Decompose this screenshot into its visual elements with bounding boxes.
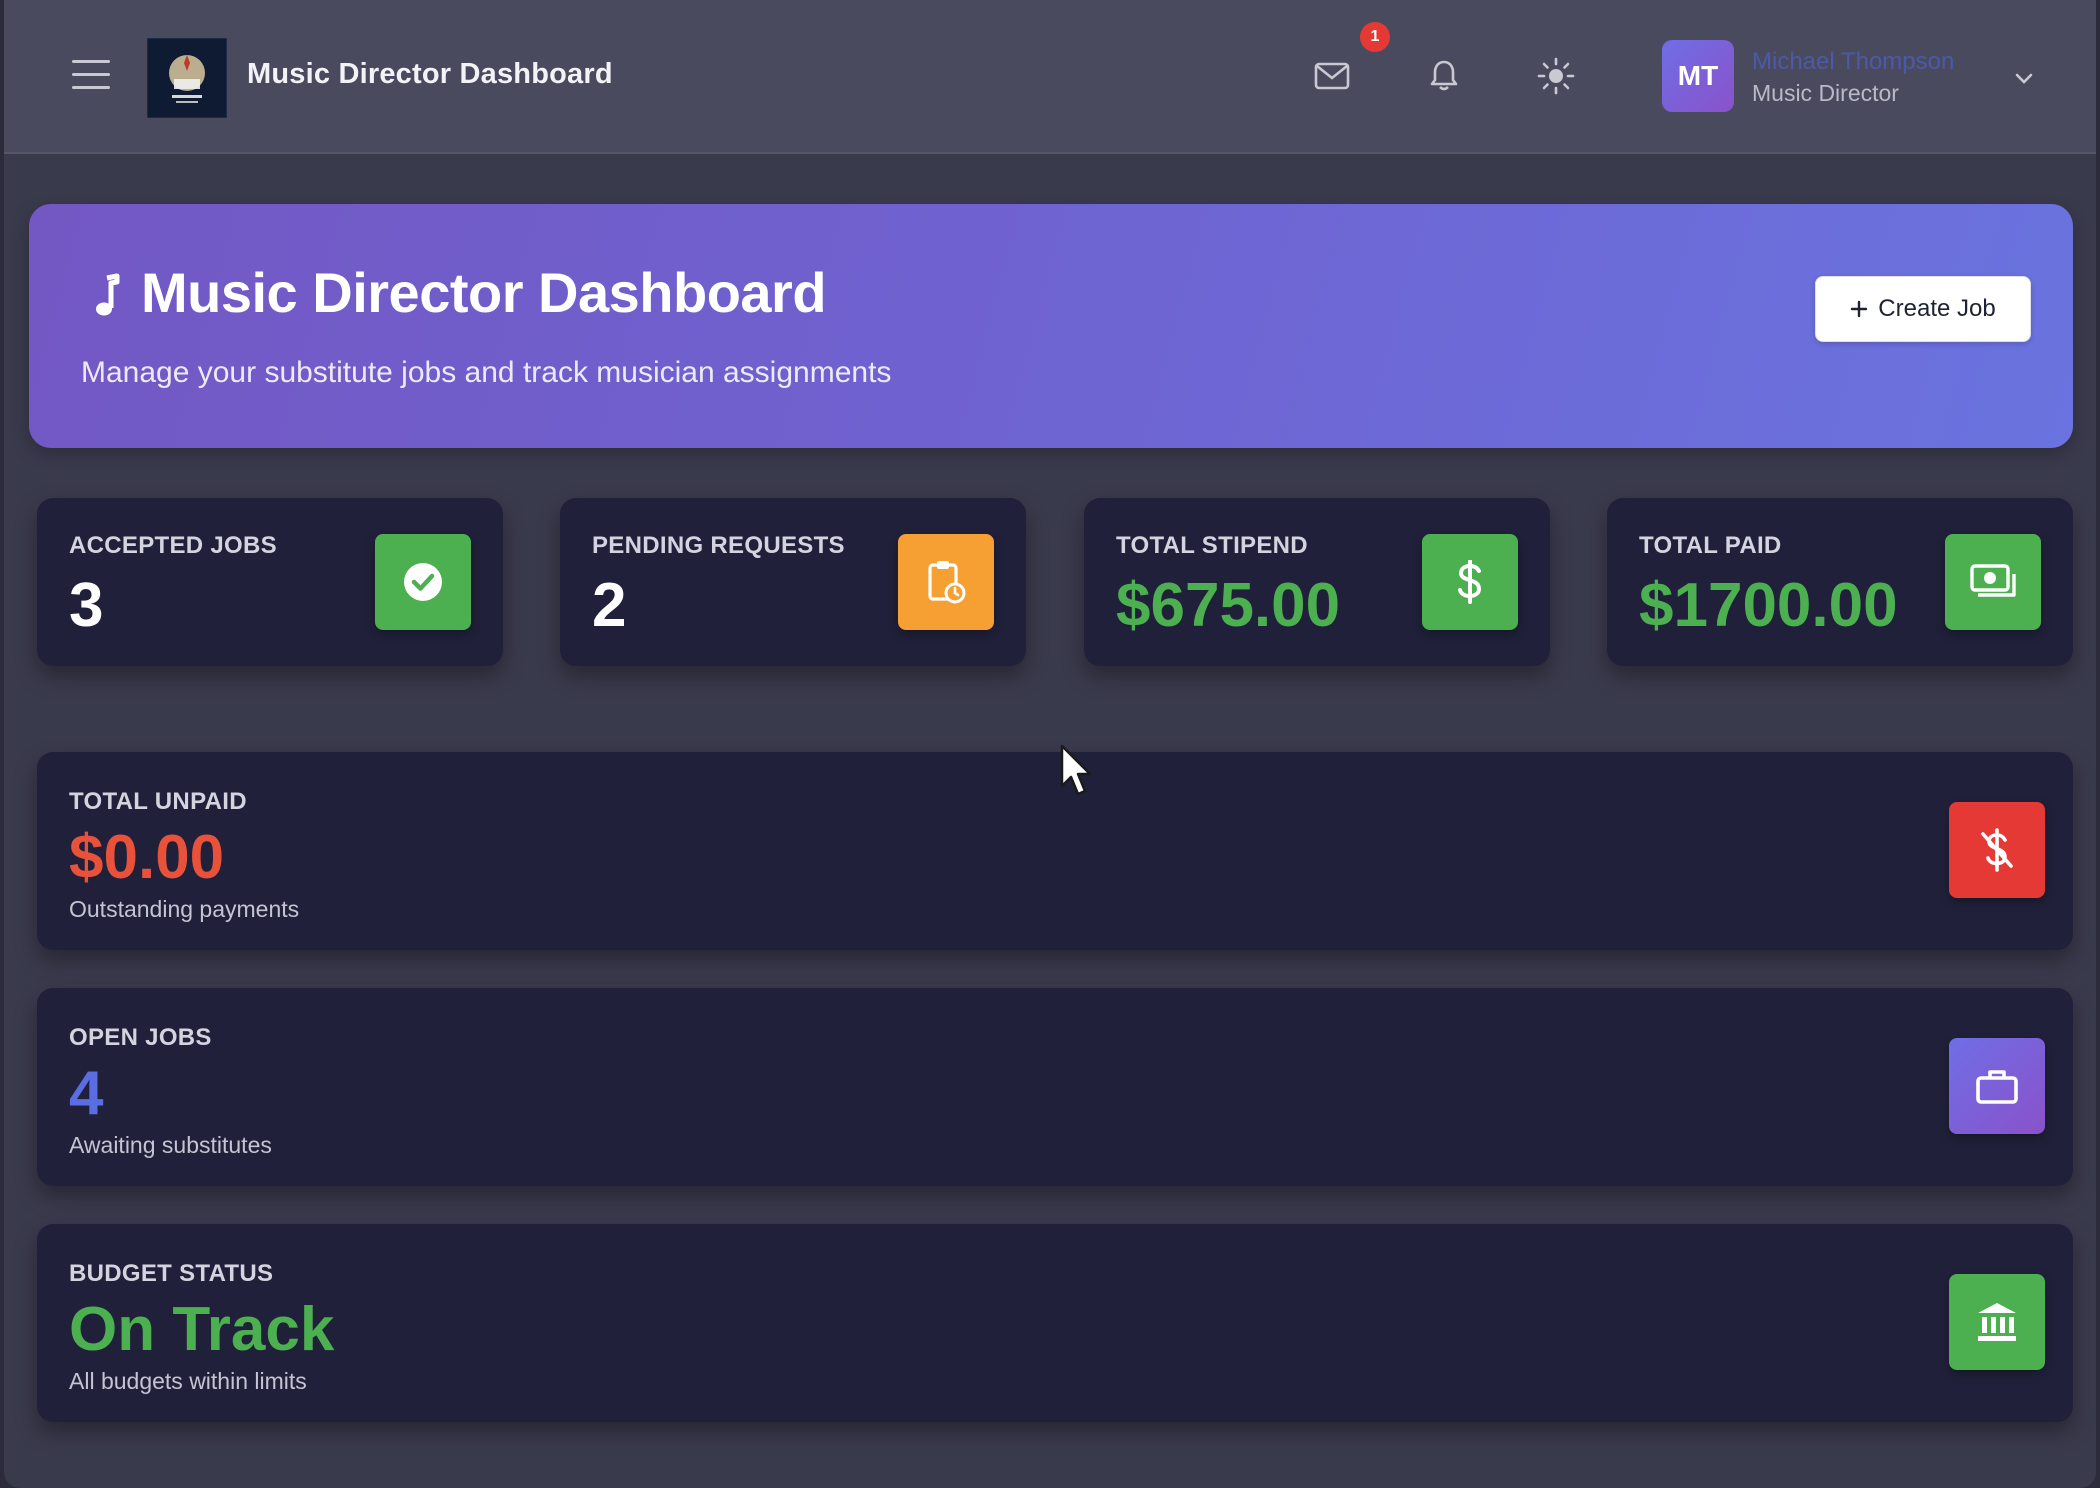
user-role: Music Director	[1752, 80, 1899, 106]
card-label: ACCEPTED JOBS	[69, 532, 277, 559]
card-value: $1700.00	[1639, 571, 1898, 640]
user-name: Michael Thompson	[1752, 48, 1955, 75]
card-subtext: All budgets within limits	[69, 1368, 307, 1394]
avatar: MT	[1662, 40, 1734, 112]
card-label: TOTAL PAID	[1639, 532, 1782, 559]
total-paid-card: TOTAL PAID $1700.00	[1607, 498, 2073, 666]
page-subtitle: Manage your substitute jobs and track mu…	[81, 356, 892, 389]
open-jobs-card: OPEN JOBS 4 Awaiting substitutes	[37, 988, 2073, 1186]
create-job-button[interactable]: Create Job	[1815, 276, 2031, 342]
budget-status-card: BUDGET STATUS On Track All budgets withi…	[37, 1224, 2073, 1422]
card-value: 2	[592, 571, 627, 640]
no-dollar-icon	[1949, 802, 2045, 898]
total-unpaid-card: TOTAL UNPAID $0.00 Outstanding payments	[37, 752, 2073, 950]
check-circle-icon	[375, 534, 471, 630]
top-navbar: Music Director Dashboard 1 MT Michael Th…	[4, 0, 2096, 154]
card-label: TOTAL UNPAID	[69, 788, 247, 815]
create-job-label: Create Job	[1878, 295, 1996, 322]
card-value: On Track	[69, 1295, 335, 1364]
accepted-jobs-card: ACCEPTED JOBS 3	[37, 498, 503, 666]
card-label: PENDING REQUESTS	[592, 532, 845, 559]
bell-icon[interactable]	[1422, 54, 1466, 98]
briefcase-icon	[1949, 1038, 2045, 1134]
pending-requests-card: PENDING REQUESTS 2	[560, 498, 1026, 666]
menu-icon[interactable]	[72, 60, 112, 90]
mail-icon[interactable]	[1310, 54, 1354, 98]
user-profile-menu[interactable]: MT Michael Thompson Music Director	[1662, 40, 2042, 114]
plus-icon	[1851, 300, 1868, 318]
mail-badge: 1	[1360, 22, 1390, 52]
bank-icon	[1949, 1274, 2045, 1370]
music-note-icon	[96, 273, 120, 316]
sun-icon[interactable]	[1534, 54, 1578, 98]
card-label: TOTAL STIPEND	[1116, 532, 1308, 559]
card-subtext: Awaiting substitutes	[69, 1132, 272, 1158]
card-value: $0.00	[69, 823, 225, 892]
card-label: BUDGET STATUS	[69, 1260, 274, 1287]
mouse-cursor-icon	[1060, 744, 1092, 796]
app-title: Music Director Dashboard	[247, 58, 613, 90]
app-window: Music Director Dashboard 1 MT Michael Th…	[4, 0, 2096, 1488]
page-title: Music Director Dashboard	[141, 261, 827, 324]
card-value: 4	[69, 1059, 104, 1128]
card-subtext: Outstanding payments	[69, 896, 300, 922]
dollar-icon	[1422, 534, 1518, 630]
church-logo	[147, 38, 227, 118]
total-stipend-card: TOTAL STIPEND $675.00	[1084, 498, 1550, 666]
card-label: OPEN JOBS	[69, 1024, 212, 1051]
clipboard-clock-icon	[898, 534, 994, 630]
money-bill-icon	[1945, 534, 2041, 630]
chevron-down-icon[interactable]	[2012, 66, 2036, 90]
card-value: $675.00	[1116, 571, 1341, 640]
dashboard-hero-banner: Music Director Dashboard Manage your sub…	[29, 204, 2073, 448]
card-value: 3	[69, 571, 104, 640]
